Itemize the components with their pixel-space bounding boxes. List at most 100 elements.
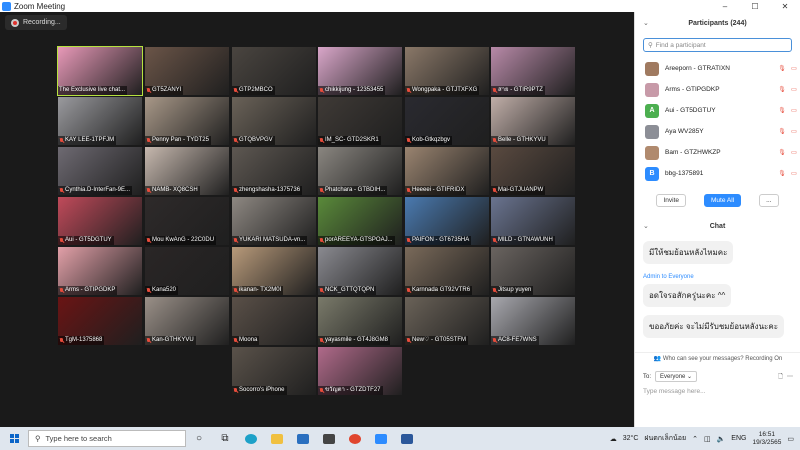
close-button[interactable]: ✕ [770, 2, 800, 11]
participant-video-tile[interactable]: KAY LEE-1TPFJM [58, 97, 142, 145]
camera-icon[interactable]: ▭ [788, 86, 800, 93]
window-title: Zoom Meeting [14, 1, 66, 11]
minimize-button[interactable]: – [710, 2, 740, 11]
invite-button[interactable]: Invite [656, 194, 686, 207]
participant-video-tile[interactable]: Aui - GT5DGTUY [58, 197, 142, 245]
store-icon[interactable] [316, 427, 342, 450]
volume-icon[interactable]: 🔈 [717, 435, 726, 443]
collapse-chevron-icon[interactable]: ⌄ [643, 19, 653, 27]
recipient-select[interactable]: Everyone ⌄ [655, 371, 698, 382]
participants-header: ⌄ Participants (244) [635, 12, 800, 34]
file-icon[interactable]: 🗋 [778, 372, 783, 382]
participant-video-tile[interactable]: porAREEYA-GTSPOAJ... [318, 197, 402, 245]
edge-icon[interactable] [238, 427, 264, 450]
participant-video-tile[interactable]: Moona [232, 297, 316, 345]
participant-video-tile[interactable]: GTQBVPGV [232, 97, 316, 145]
participant-row[interactable]: Bam - GTZHWKZP 🎙 ▭ [635, 142, 800, 163]
mute-all-button[interactable]: Mute All [704, 194, 742, 207]
participant-video-tile[interactable]: AC8-FE7WNS [491, 297, 575, 345]
participant-video-tile[interactable]: IM_SC- GTD2SKR1 [318, 97, 402, 145]
participant-video-tile[interactable]: Penny Pan - TYDT25 [145, 97, 229, 145]
camera-icon[interactable]: ▭ [788, 107, 800, 114]
participant-video-tile[interactable]: Jitsup yuyen [491, 247, 575, 295]
participant-video-tile[interactable]: Heeeei - GTIFRIDX [405, 147, 489, 195]
participant-video-tile[interactable]: GTP2MBCO [232, 47, 316, 95]
who-can-see-notice[interactable]: 👥 Who can see your messages? Recording O… [635, 352, 800, 362]
weather-desc[interactable]: ฝนตกเล็กน้อย [644, 433, 686, 444]
camera-icon[interactable]: ▭ [788, 128, 800, 135]
participant-video-tile[interactable]: สาย - GTIR9PTZ [491, 47, 575, 95]
language-indicator[interactable]: ENG [731, 435, 746, 442]
participant-video-tile[interactable]: Kana520 [145, 247, 229, 295]
participant-video-tile[interactable]: GT5ZANYI [145, 47, 229, 95]
participant-name: yayasmile - GT4J8GM8 [325, 337, 389, 343]
word-icon[interactable] [394, 427, 420, 450]
participant-row[interactable]: Arms - GTIPGDKP 🎙 ▭ [635, 79, 800, 100]
participant-row[interactable]: Areeporn - GTRATIXN 🎙 ▭ [635, 58, 800, 79]
camera-icon[interactable]: ▭ [788, 149, 800, 156]
camera-icon[interactable]: ▭ [788, 170, 800, 177]
participant-video-tile[interactable]: TgM-1375868 [58, 297, 142, 345]
participant-video-tile[interactable]: ขวัญตา - GTZDTF27 [318, 347, 402, 395]
participant-name-label: IM_SC- GTD2SKR1 [318, 136, 381, 145]
muted-mic-icon [233, 287, 238, 294]
tray-chevron-icon[interactable]: ⌃ [692, 435, 698, 443]
participant-name-label: Mai-GTJUANPW [491, 186, 546, 195]
participant-video-tile[interactable]: Kan-GTHKYVU [145, 297, 229, 345]
recording-indicator[interactable]: Recording... [5, 15, 67, 30]
participant-video-tile[interactable]: yayasmile - GT4J8GM8 [318, 297, 402, 345]
start-button[interactable] [0, 434, 28, 443]
participant-video-tile[interactable]: Mai-GTJUANPW [491, 147, 575, 195]
clock[interactable]: 16:51 19/3/2565 [752, 431, 781, 447]
taskbar-search-input[interactable]: ⚲ Type here to search [28, 430, 186, 447]
muted-mic-icon[interactable]: 🎙 [776, 149, 788, 156]
chrome-icon[interactable] [342, 427, 368, 450]
participant-video-tile[interactable]: Wongpaka - GTJTXFXG [405, 47, 489, 95]
cortana-icon[interactable]: ○ [186, 427, 212, 450]
maximize-button[interactable]: ☐ [740, 2, 770, 11]
muted-mic-icon[interactable]: 🎙 [776, 128, 788, 135]
participant-video-tile[interactable]: Belle - GTHKYVU [491, 97, 575, 145]
participant-video-tile[interactable]: New♡ - GT05STFM [405, 297, 489, 345]
participant-video-tile[interactable]: ikanan- TX2M0I [232, 247, 316, 295]
mail-icon[interactable] [290, 427, 316, 450]
participant-row[interactable]: Aya WV285Y 🎙 ▭ [635, 121, 800, 142]
participant-video-tile[interactable]: Cynthia.D-InterFan-9E... [58, 147, 142, 195]
participant-video-tile[interactable]: YUKARI MATSUDA-vn... [232, 197, 316, 245]
muted-mic-icon[interactable]: 🎙 [776, 107, 788, 114]
more-options-button[interactable]: ... [759, 194, 779, 207]
participant-name: chikkijung - 12353455 [325, 87, 384, 93]
network-icon[interactable]: ◫ [704, 435, 711, 443]
chat-input[interactable]: Type message here... [643, 388, 706, 395]
muted-mic-icon[interactable]: 🎙 [776, 65, 788, 72]
participant-video-tile[interactable]: NAMB- XQ8CSH [145, 147, 229, 195]
participant-search-input[interactable]: ⚲ Find a participant [643, 38, 792, 52]
participant-row[interactable]: A Aui - GT5DGTUY 🎙 ▭ [635, 100, 800, 121]
participant-name-label: Arms - GTIPGDKP [58, 286, 118, 295]
participant-video-tile[interactable]: Arms - GTIPGDKP [58, 247, 142, 295]
muted-mic-icon[interactable]: 🎙 [776, 86, 788, 93]
camera-icon[interactable]: ▭ [788, 65, 800, 72]
participant-video-tile[interactable]: The Exclusive live chat... [57, 46, 143, 96]
muted-mic-icon[interactable]: 🎙 [776, 170, 788, 177]
participant-video-tile[interactable]: MILD - GTNAWUNH [491, 197, 575, 245]
participant-video-tile[interactable]: zhengshasha-1375736 [232, 147, 316, 195]
muted-mic-icon [146, 287, 151, 294]
muted-mic-icon [406, 287, 411, 294]
participant-video-tile[interactable]: PAIFON - GT6735HA [405, 197, 489, 245]
weather-temp[interactable]: 32°C [623, 435, 639, 442]
participant-video-tile[interactable]: Phatchara - GTBDIH... [318, 147, 402, 195]
chat-collapse-chevron-icon[interactable]: ⌄ [643, 222, 653, 230]
participant-video-tile[interactable]: Mou KwAnG - 22C0DU [145, 197, 229, 245]
participant-video-tile[interactable]: NCK_GTTQTQPN [318, 247, 402, 295]
participant-video-tile[interactable]: chikkijung - 12353455 [318, 47, 402, 95]
notifications-icon[interactable]: ▭ [787, 435, 794, 443]
participant-row[interactable]: Bbbg-1375891 🎙 ▭ [635, 163, 800, 184]
participant-video-tile[interactable]: Kob-Gtkqzbgv [405, 97, 489, 145]
file-explorer-icon[interactable] [264, 427, 290, 450]
participant-video-tile[interactable]: Karnnada GT92VTR6 [405, 247, 489, 295]
zoom-taskbar-icon[interactable] [368, 427, 394, 450]
participant-video-tile[interactable]: Socorro's iPhone [232, 347, 316, 395]
chat-more-icon[interactable]: ⋯ [787, 373, 793, 380]
task-view-icon[interactable]: ⧉ [212, 427, 238, 450]
